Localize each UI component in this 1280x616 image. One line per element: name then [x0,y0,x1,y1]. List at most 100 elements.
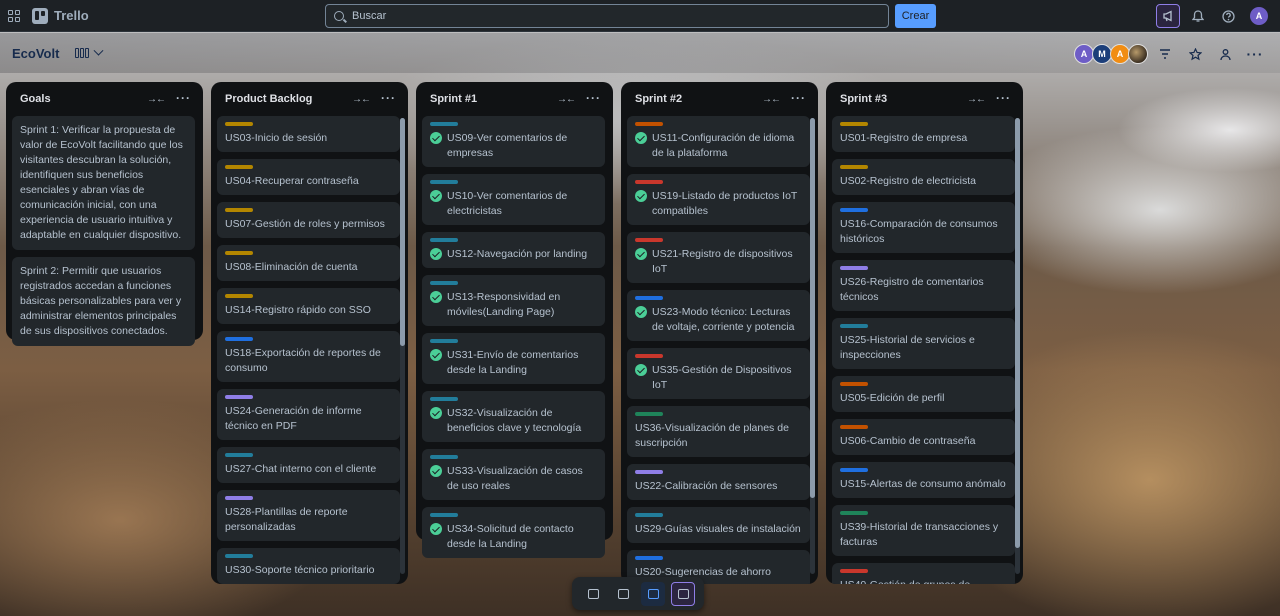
list-card[interactable]: US02-Registro de electricista [832,159,1015,195]
switch-boards-button[interactable] [671,581,695,606]
list-card[interactable]: US16-Comparación de consumos históricos [832,202,1015,253]
list-card[interactable]: US06-Cambio de contraseña [832,419,1015,455]
search-box[interactable] [325,4,889,28]
complete-check-icon[interactable] [635,132,647,144]
list-menu-icon[interactable]: ··· [791,91,806,105]
share-icon[interactable] [1212,42,1238,66]
list-card[interactable]: Sprint 1: Verificar la propuesta de valo… [12,116,195,250]
collapse-list-icon[interactable]: →← [557,94,576,105]
card-label[interactable] [225,554,253,558]
card-label[interactable] [430,455,458,459]
app-switcher-icon[interactable] [6,8,22,24]
list-card[interactable]: US08-Eliminación de cuenta [217,245,400,281]
filter-icon[interactable] [1152,42,1178,66]
card-label[interactable] [225,122,253,126]
list-card[interactable]: US22-Calibración de sensores [627,464,810,500]
member-avatar[interactable]: A [1074,44,1094,64]
list-card[interactable]: US26-Registro de comentarios técnicos [832,260,1015,311]
collapse-list-icon[interactable]: →← [762,94,781,105]
create-button[interactable]: Crear [895,4,936,28]
card-label[interactable] [840,569,868,573]
list-card[interactable]: US13-Responsividad en móviles(Landing Pa… [422,275,605,326]
list-card[interactable]: US10-Ver comentarios de electricistas [422,174,605,225]
user-avatar[interactable]: A [1250,7,1268,25]
list-card[interactable]: US19-Listado de productos IoT compatible… [627,174,810,225]
announcement-button[interactable] [1156,4,1180,28]
collapse-list-icon[interactable]: →← [967,94,986,105]
card-label[interactable] [840,324,868,328]
card-label[interactable] [840,425,868,429]
list-card[interactable]: US03-Inicio de sesión [217,116,400,152]
list-card[interactable]: US24-Generación de informe técnico en PD… [217,389,400,440]
card-label[interactable] [225,251,253,255]
list-card[interactable]: US35-Gestión de Dispositivos IoT [627,348,810,399]
list-card[interactable]: US23-Modo técnico: Lecturas de voltaje, … [627,290,810,341]
complete-check-icon[interactable] [430,248,442,260]
list-card[interactable]: US27-Chat interno con el cliente [217,447,400,483]
card-label[interactable] [840,382,868,386]
member-photo-avatar[interactable] [1128,44,1148,64]
list-card[interactable]: US29-Guías visuales de instalación [627,507,810,543]
list-card[interactable]: US09-Ver comentarios de empresas [422,116,605,167]
complete-check-icon[interactable] [430,465,442,477]
card-label[interactable] [225,337,253,341]
list-card[interactable]: US14-Registro rápido con SSO [217,288,400,324]
card-label[interactable] [225,453,253,457]
card-label[interactable] [225,294,253,298]
card-label[interactable] [430,180,458,184]
collapse-list-icon[interactable]: →← [352,94,371,105]
list-card[interactable]: US07-Gestión de roles y permisos [217,202,400,238]
complete-check-icon[interactable] [635,306,647,318]
list-menu-icon[interactable]: ··· [381,91,396,105]
list-card[interactable]: US36-Visualización de planes de suscripc… [627,406,810,457]
card-label[interactable] [430,397,458,401]
complete-check-icon[interactable] [635,364,647,376]
planner-view-button[interactable] [611,582,635,606]
chevron-down-icon[interactable] [93,45,104,56]
notifications-bell-icon[interactable] [1186,4,1210,28]
list-card[interactable]: US21-Registro de dispositivos IoT [627,232,810,283]
list-menu-icon[interactable]: ··· [996,91,1011,105]
card-label[interactable] [225,208,253,212]
help-icon[interactable] [1216,4,1240,28]
complete-check-icon[interactable] [430,132,442,144]
card-label[interactable] [430,513,458,517]
list-card[interactable]: US30-Soporte técnico prioritario [217,548,400,584]
list-card[interactable]: US04-Recuperar contraseña [217,159,400,195]
list-card[interactable]: US32-Visualización de beneficios clave y… [422,391,605,442]
list-menu-icon[interactable]: ··· [586,91,601,105]
card-label[interactable] [430,122,458,126]
card-label[interactable] [840,511,868,515]
card-label[interactable] [635,556,663,560]
card-label[interactable] [225,496,253,500]
board-view-icon[interactable] [75,48,90,58]
card-label[interactable] [635,513,663,517]
list-card[interactable]: US15-Alertas de consumo anómalo [832,462,1015,498]
list-card[interactable]: US05-Edición de perfil [832,376,1015,412]
list-menu-icon[interactable]: ··· [176,91,191,105]
complete-check-icon[interactable] [635,190,647,202]
member-avatar[interactable]: A [1110,44,1130,64]
card-label[interactable] [635,122,663,126]
card-label[interactable] [840,266,868,270]
search-input[interactable] [352,10,852,22]
card-label[interactable] [635,412,663,416]
star-icon[interactable] [1182,42,1208,66]
list-card[interactable]: US01-Registro de empresa [832,116,1015,152]
list-scrollbar-thumb[interactable] [400,118,405,346]
card-label[interactable] [635,180,663,184]
list-title[interactable]: Goals [20,93,51,105]
card-label[interactable] [840,165,868,169]
list-scrollbar-thumb[interactable] [1015,118,1020,548]
list-title[interactable]: Sprint #2 [635,93,682,105]
complete-check-icon[interactable] [430,349,442,361]
card-label[interactable] [635,470,663,474]
complete-check-icon[interactable] [430,291,442,303]
complete-check-icon[interactable] [430,523,442,535]
card-label[interactable] [430,238,458,242]
member-avatar[interactable]: M [1092,44,1112,64]
list-card[interactable]: US28-Plantillas de reporte personalizada… [217,490,400,541]
card-label[interactable] [225,165,253,169]
collapse-list-icon[interactable]: →← [147,94,166,105]
card-label[interactable] [430,339,458,343]
